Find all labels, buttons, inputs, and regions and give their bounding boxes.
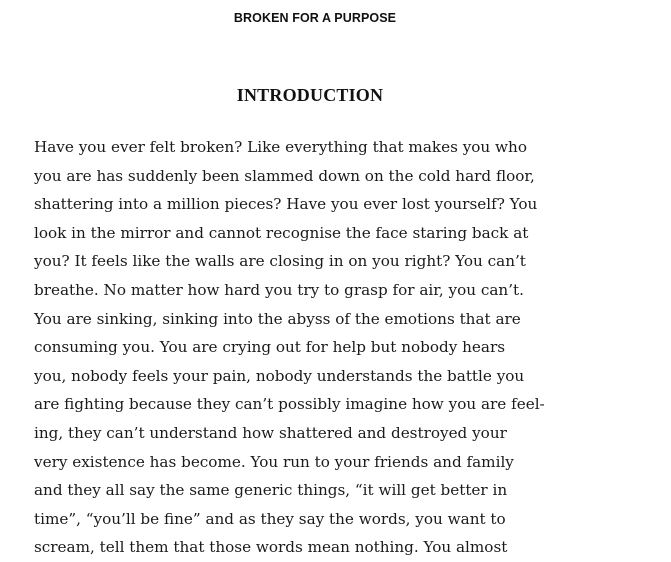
body-paragraph: Have you ever felt broken? Like everythi… (34, 133, 594, 562)
text-line: you? It feels like the walls are closing… (34, 252, 526, 271)
text-line: very existence has become. You run to yo… (34, 452, 514, 471)
text-line: scream, tell them that those words mean … (34, 538, 508, 557)
text-line: and they all say the same generic things… (34, 481, 508, 500)
running-header: BROKEN FOR A PURPOSE (233, 11, 397, 25)
text-line: Have you ever felt broken? Like everythi… (34, 138, 527, 156)
chapter-title: INTRODUCTION (236, 85, 384, 105)
text-line: look in the mirror and cannot recognise … (34, 223, 529, 242)
text-line: time”, “you’ll be fine” and as they say … (34, 509, 506, 528)
text-line: are fighting because they can’t possibly… (34, 395, 545, 414)
text-line: breathe. No matter how hard you try to g… (34, 280, 524, 299)
text-line: you, nobody feels your pain, nobody unde… (34, 366, 525, 385)
text-line: shattering into a million pieces? Have y… (34, 195, 538, 214)
text-line: You are sinking, sinking into the abyss … (34, 309, 521, 328)
text-line: ing, they can’t understand how shattered… (34, 423, 507, 442)
text-line: consuming you. You are crying out for he… (34, 338, 505, 357)
document-page: BROKEN FOR A PURPOSE INTRODUCTION Have y… (0, 0, 671, 562)
text-line: you are has suddenly been slammed down o… (34, 166, 535, 185)
